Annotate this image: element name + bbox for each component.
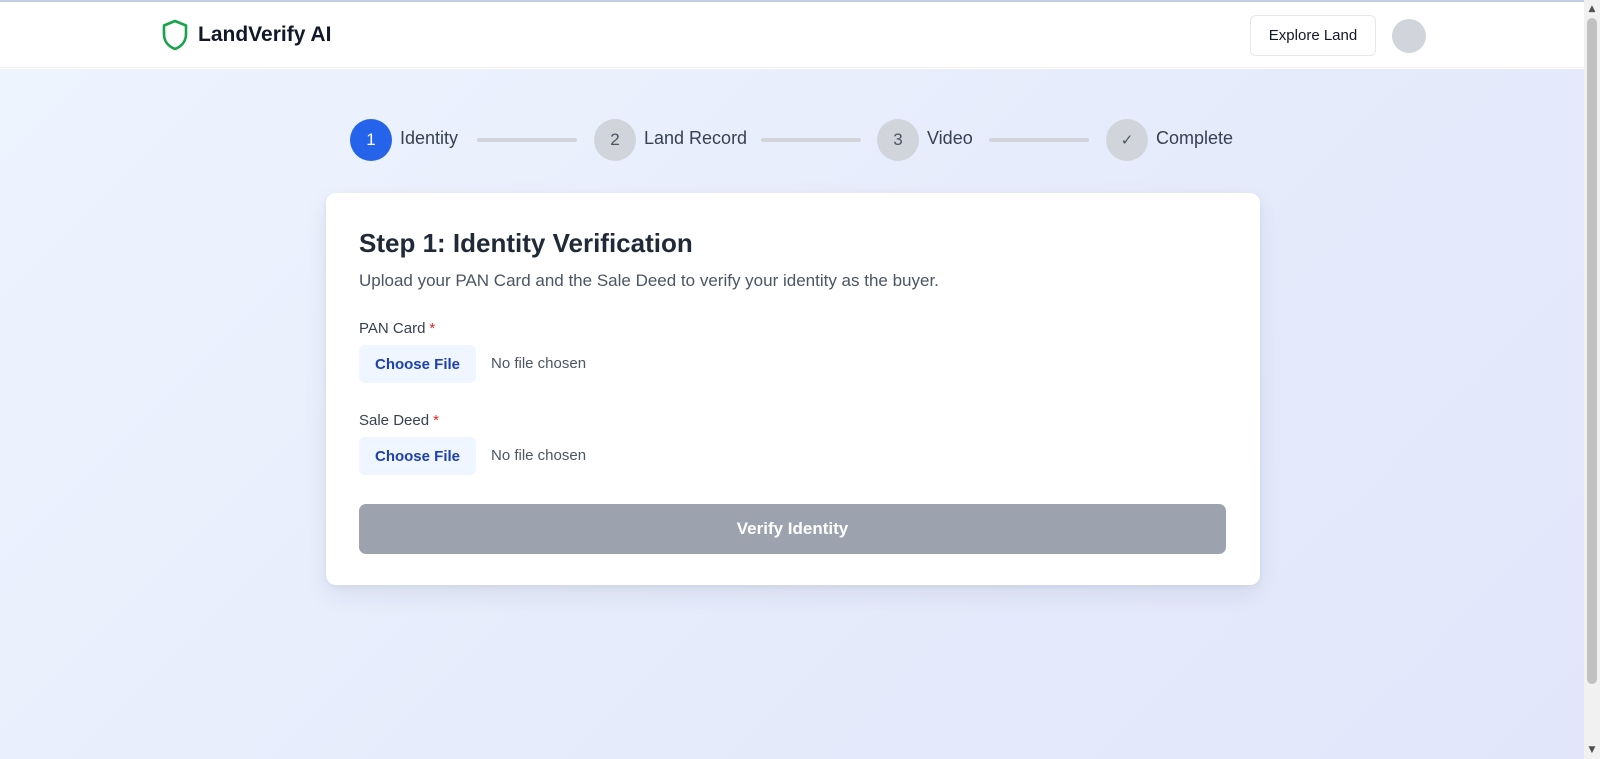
explore-land-button[interactable]: Explore Land bbox=[1250, 15, 1376, 56]
required-marker: * bbox=[433, 412, 439, 429]
brand[interactable]: LandVerify AI bbox=[161, 18, 331, 52]
required-marker: * bbox=[429, 320, 436, 337]
step-1-indicator: 1 bbox=[350, 119, 392, 161]
step-2-label: Land Record bbox=[644, 128, 748, 148]
scroll-down-arrow-icon[interactable]: ▼ bbox=[1584, 742, 1600, 758]
verify-identity-button[interactable]: Verify Identity bbox=[359, 504, 1226, 554]
step-2-indicator: 2 bbox=[594, 119, 636, 161]
vertical-scrollbar[interactable]: ▲ ▼ bbox=[1584, 0, 1600, 759]
user-avatar[interactable] bbox=[1392, 19, 1426, 53]
checkmark-icon: ✓ bbox=[1106, 119, 1148, 161]
sale-deed-label-text: Sale Deed bbox=[359, 412, 430, 429]
step-4-label: Complete bbox=[1156, 128, 1234, 148]
brand-name: LandVerify AI bbox=[198, 23, 332, 46]
top-navbar: LandVerify AI Explore Land bbox=[0, 2, 1584, 68]
pan-card-file-status: No file chosen bbox=[491, 355, 587, 372]
identity-verification-card: Step 1: Identity Verification Upload you… bbox=[326, 193, 1260, 585]
shield-icon bbox=[161, 19, 189, 51]
progress-stepper: 1 Identity 2 Land Record 3 Video ✓ Compl… bbox=[0, 69, 1584, 209]
pan-card-label: PAN Card * bbox=[359, 320, 435, 337]
scroll-up-arrow-icon[interactable]: ▲ bbox=[1584, 1, 1600, 17]
sale-deed-label: Sale Deed * bbox=[359, 412, 439, 429]
card-title: Step 1: Identity Verification bbox=[359, 228, 693, 258]
sale-deed-file-status: No file chosen bbox=[491, 447, 587, 464]
step-connector-3 bbox=[989, 138, 1089, 142]
pan-card-label-text: PAN Card bbox=[359, 320, 426, 337]
step-1-label: Identity bbox=[400, 128, 459, 148]
main-content: 1 Identity 2 Land Record 3 Video ✓ Compl… bbox=[0, 69, 1584, 759]
step-connector-1 bbox=[477, 138, 577, 142]
step-3-indicator: 3 bbox=[877, 119, 919, 161]
sale-deed-choose-file-button[interactable]: Choose File bbox=[359, 437, 476, 475]
scroll-thumb[interactable] bbox=[1587, 18, 1597, 684]
step-connector-2 bbox=[761, 138, 861, 142]
pan-card-choose-file-button[interactable]: Choose File bbox=[359, 345, 476, 383]
step-3-label: Video bbox=[927, 128, 973, 148]
card-description: Upload your PAN Card and the Sale Deed t… bbox=[359, 271, 939, 290]
